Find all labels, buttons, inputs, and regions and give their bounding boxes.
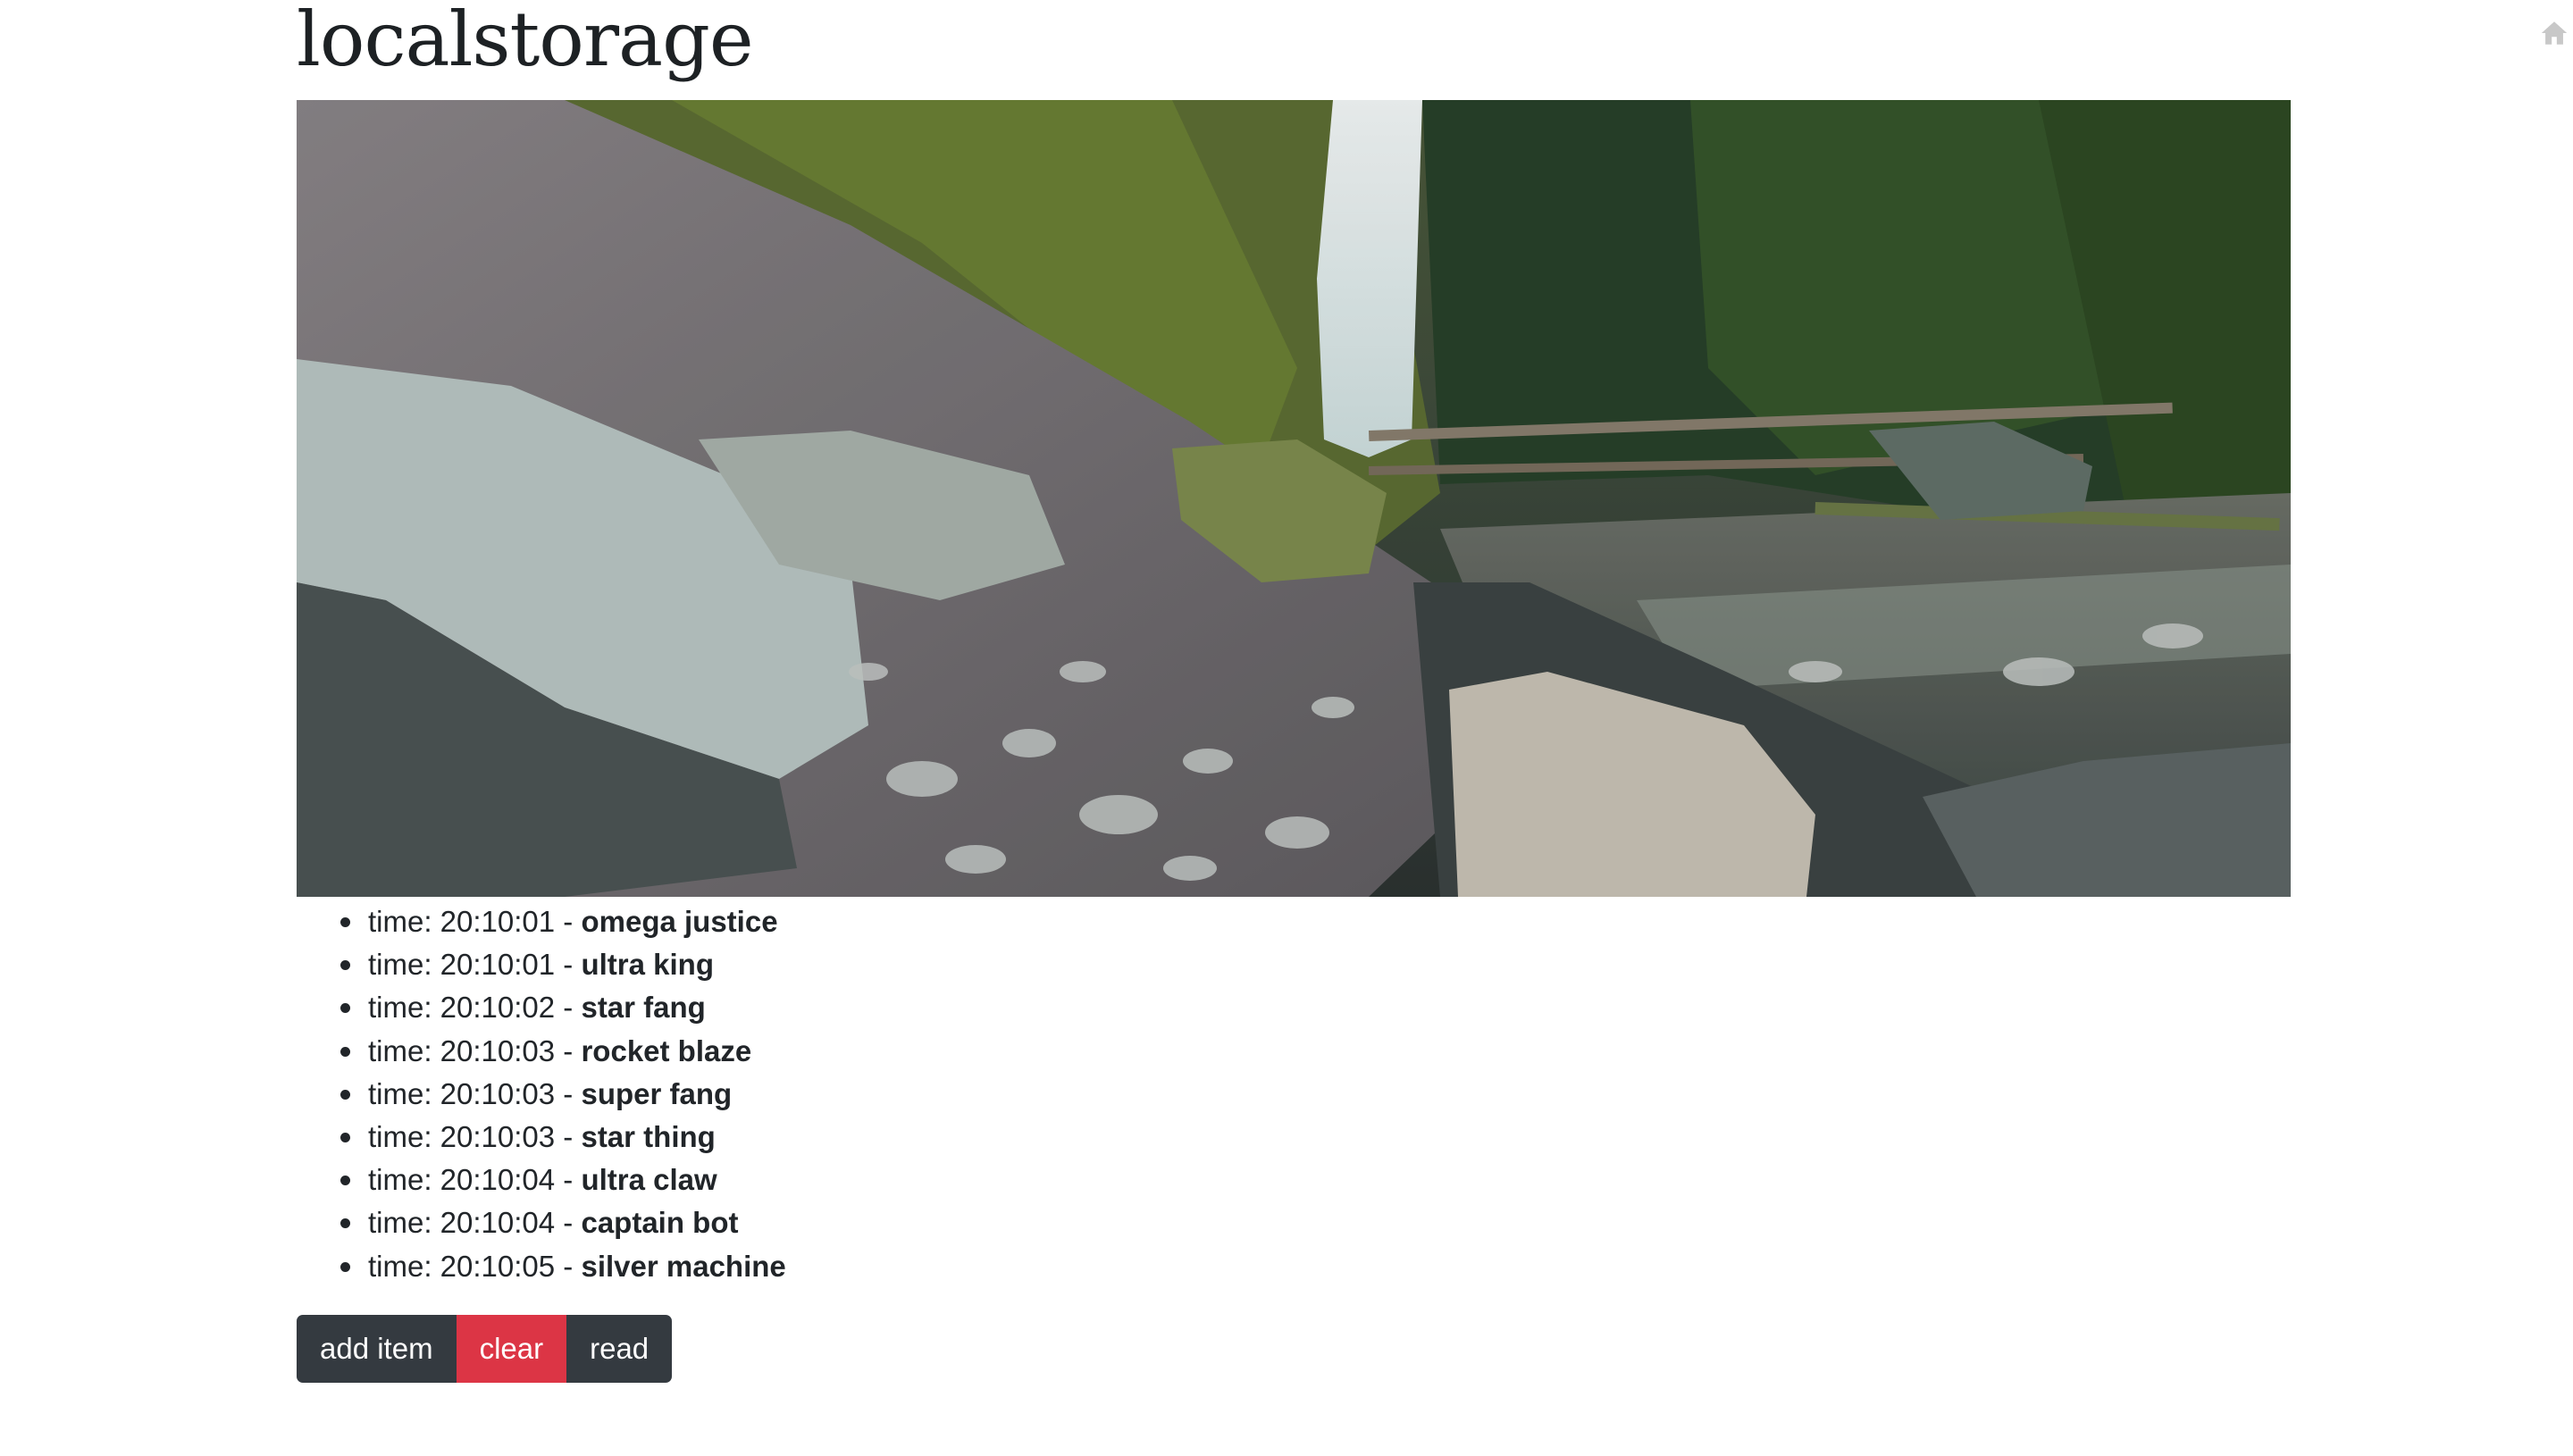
list-item: time: 20:10:01 - ultra king — [340, 943, 786, 986]
action-button-group: add item clear read — [297, 1315, 673, 1383]
list-item: time: 20:10:04 - ultra claw — [340, 1159, 786, 1201]
hero-waterfall-image — [297, 100, 2291, 897]
home-icon[interactable] — [2539, 18, 2569, 48]
list-item: time: 20:10:03 - rocket blaze — [340, 1030, 786, 1073]
clear-button[interactable]: clear — [456, 1315, 567, 1383]
read-button[interactable]: read — [566, 1315, 673, 1383]
add-item-button[interactable]: add item — [297, 1315, 457, 1383]
list-item: time: 20:10:05 - silver machine — [340, 1245, 786, 1288]
list-item: time: 20:10:03 - super fang — [340, 1073, 786, 1116]
list-item: time: 20:10:01 - omega justice — [340, 900, 786, 943]
list-item: time: 20:10:03 - star thing — [340, 1116, 786, 1159]
page-title: localstorage — [297, 0, 754, 83]
list-item: time: 20:10:02 - star fang — [340, 986, 786, 1029]
stored-items-list: time: 20:10:01 - omega justice time: 20:… — [297, 900, 786, 1288]
list-item: time: 20:10:04 - captain bot — [340, 1201, 786, 1244]
